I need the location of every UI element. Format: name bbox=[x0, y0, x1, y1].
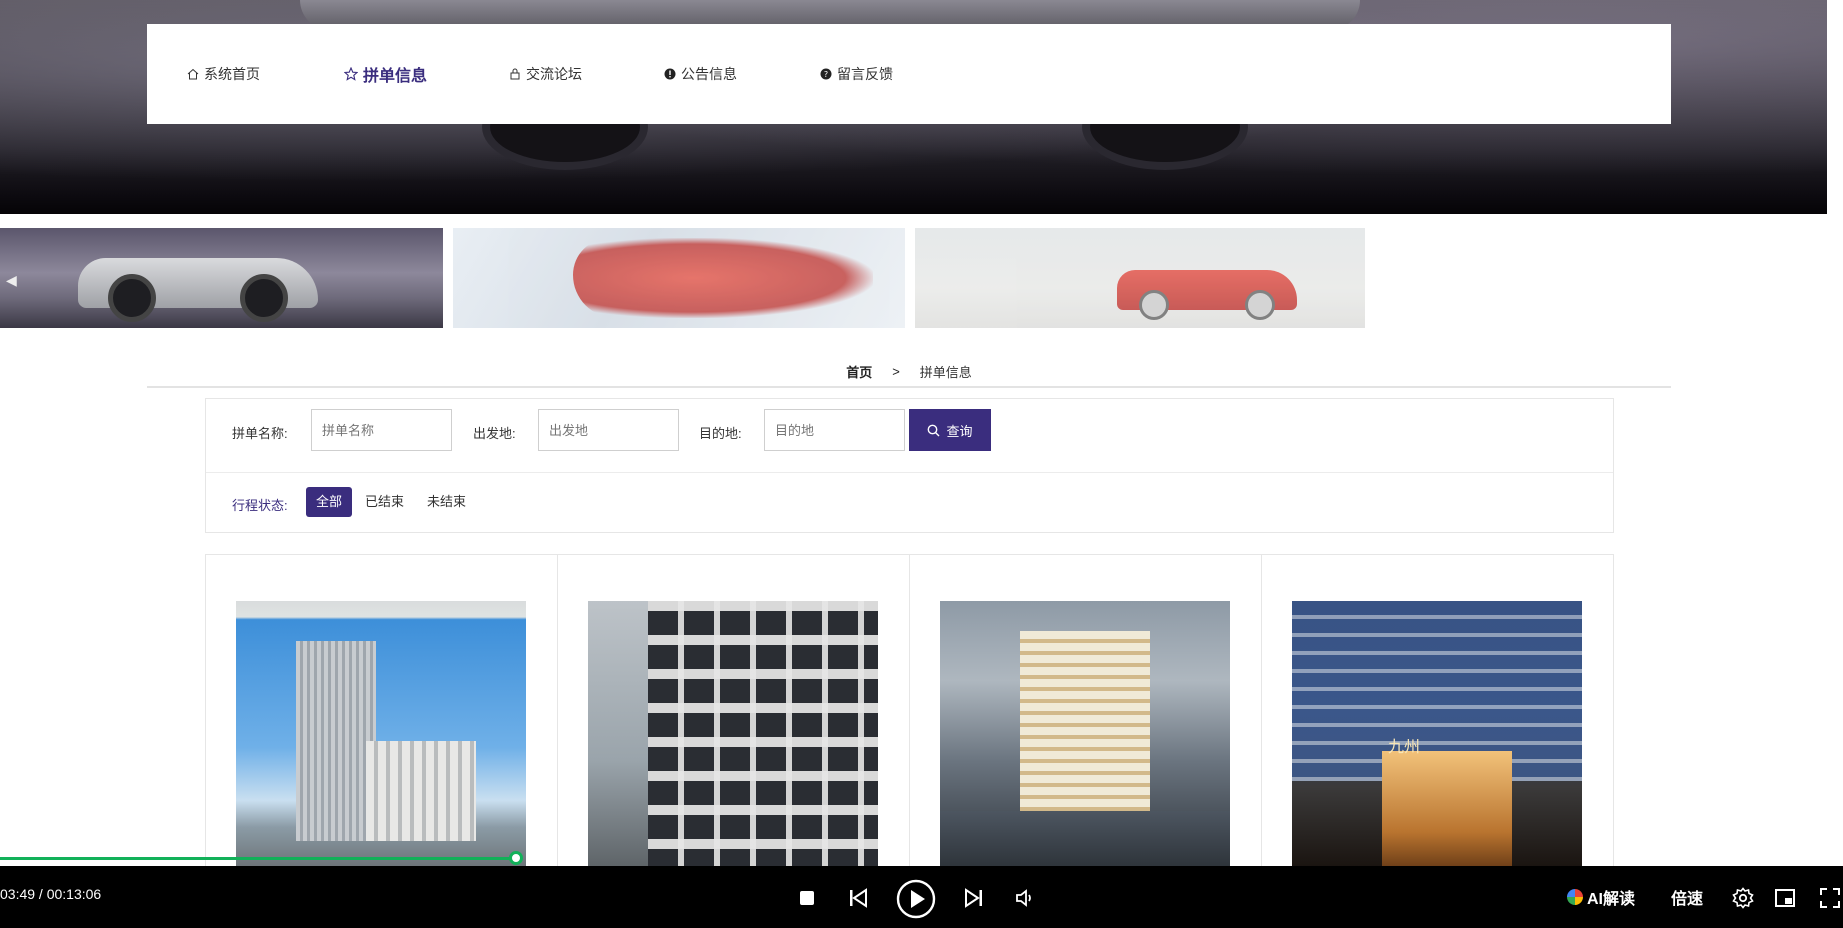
nav-item-home[interactable]: 系统首页 bbox=[187, 64, 260, 84]
info-icon bbox=[664, 68, 676, 80]
previous-icon[interactable] bbox=[846, 886, 870, 910]
status-option-ended[interactable]: 已结束 bbox=[355, 487, 414, 517]
nav-item-label: 系统首页 bbox=[204, 66, 260, 82]
status-label: 行程状态: bbox=[232, 498, 288, 513]
photo-pool bbox=[940, 811, 1230, 867]
query-button-label: 查询 bbox=[946, 423, 973, 439]
car-image bbox=[573, 238, 873, 318]
gear-icon[interactable] bbox=[1731, 886, 1755, 910]
nav-item-feedback[interactable]: ? 留言反馈 bbox=[820, 64, 893, 84]
main-nav: 系统首页 拼单信息 交流论坛 公告信息 ? 留言反馈 bbox=[147, 24, 1671, 124]
nav-item-forum[interactable]: 交流论坛 bbox=[509, 64, 582, 84]
status-option-all[interactable]: 全部 bbox=[306, 487, 353, 517]
speed-button[interactable]: 倍速 bbox=[1671, 885, 1703, 909]
to-label: 目的地: bbox=[699, 426, 742, 441]
to-input[interactable] bbox=[764, 409, 905, 451]
building-photo[interactable] bbox=[236, 601, 526, 867]
home-icon bbox=[187, 68, 199, 80]
status-option-ongoing[interactable]: 未结束 bbox=[417, 487, 476, 517]
building-photo[interactable] bbox=[588, 601, 878, 867]
carousel-thumb[interactable]: ◀ bbox=[0, 228, 443, 328]
speed-label: 倍速 bbox=[1671, 891, 1704, 908]
photo-tower bbox=[296, 641, 376, 841]
pindan-card[interactable] bbox=[206, 555, 558, 867]
chevron-left-icon[interactable]: ◀ bbox=[6, 272, 17, 289]
nav-item-label: 留言反馈 bbox=[837, 66, 893, 82]
building-photo[interactable] bbox=[940, 601, 1230, 867]
car-image bbox=[1117, 270, 1297, 320]
svg-text:?: ? bbox=[824, 70, 828, 79]
breadcrumb-current: 拼单信息 bbox=[919, 364, 972, 380]
carousel-thumb[interactable] bbox=[915, 228, 1365, 328]
nav-item-label: 公告信息 bbox=[681, 66, 737, 82]
picture-in-picture-icon[interactable] bbox=[1773, 886, 1797, 910]
breadcrumb: 首页 > 拼单信息 bbox=[147, 356, 1671, 388]
play-icon[interactable] bbox=[896, 879, 936, 919]
fullscreen-icon[interactable] bbox=[1818, 886, 1842, 910]
video-progress-bar[interactable] bbox=[0, 857, 516, 860]
nav-item-label: 拼单信息 bbox=[363, 68, 428, 85]
query-button[interactable]: 查询 bbox=[909, 409, 991, 451]
car-image bbox=[78, 258, 318, 322]
search-icon bbox=[928, 424, 940, 436]
star-icon bbox=[344, 67, 358, 81]
ai-interpret-label: AI解读 bbox=[1587, 891, 1636, 908]
from-label: 出发地: bbox=[473, 426, 516, 441]
from-input[interactable] bbox=[538, 409, 679, 451]
breadcrumb-home[interactable]: 首页 bbox=[846, 362, 872, 381]
ai-interpret-button[interactable]: AI解读 bbox=[1567, 885, 1635, 909]
name-label: 拼单名称: bbox=[232, 426, 288, 441]
pindan-card[interactable] bbox=[910, 555, 1262, 867]
pindan-card[interactable]: 九州 bbox=[1262, 555, 1614, 867]
nav-item-label: 交流论坛 bbox=[526, 66, 582, 82]
video-player-bar: 03:49 / 00:13:06 AI解读 倍速 bbox=[0, 866, 1843, 928]
question-icon: ? bbox=[820, 68, 832, 80]
video-time: 03:49 / 00:13:06 bbox=[0, 886, 102, 902]
photo-building bbox=[648, 601, 878, 867]
nav-item-pindan[interactable]: 拼单信息 bbox=[344, 62, 427, 86]
pindan-card-grid: 九州 bbox=[205, 554, 1614, 867]
search-row: 拼单名称: 出发地: 目的地: 查询 bbox=[206, 399, 1613, 473]
pindan-card[interactable] bbox=[558, 555, 910, 867]
building-photo[interactable]: 九州 bbox=[1292, 601, 1582, 867]
stop-icon[interactable] bbox=[795, 886, 819, 910]
video-progress-handle[interactable] bbox=[509, 851, 523, 865]
photo-lobby bbox=[1382, 751, 1512, 867]
next-icon[interactable] bbox=[962, 886, 986, 910]
photo-sign: 九州 bbox=[1388, 737, 1421, 756]
nav-item-notice[interactable]: 公告信息 bbox=[664, 64, 737, 84]
lock-icon bbox=[510, 68, 520, 80]
search-filter-panel: 拼单名称: 出发地: 目的地: 查询 行程状态: 全部 已结束 未结束 bbox=[205, 398, 1614, 533]
ai-icon bbox=[1567, 889, 1583, 905]
name-input[interactable] bbox=[311, 409, 452, 451]
volume-icon[interactable] bbox=[1013, 886, 1037, 910]
photo-hall bbox=[366, 741, 476, 841]
photo-building bbox=[1020, 631, 1150, 821]
carousel-thumb[interactable] bbox=[453, 228, 905, 328]
breadcrumb-separator: > bbox=[892, 363, 900, 379]
